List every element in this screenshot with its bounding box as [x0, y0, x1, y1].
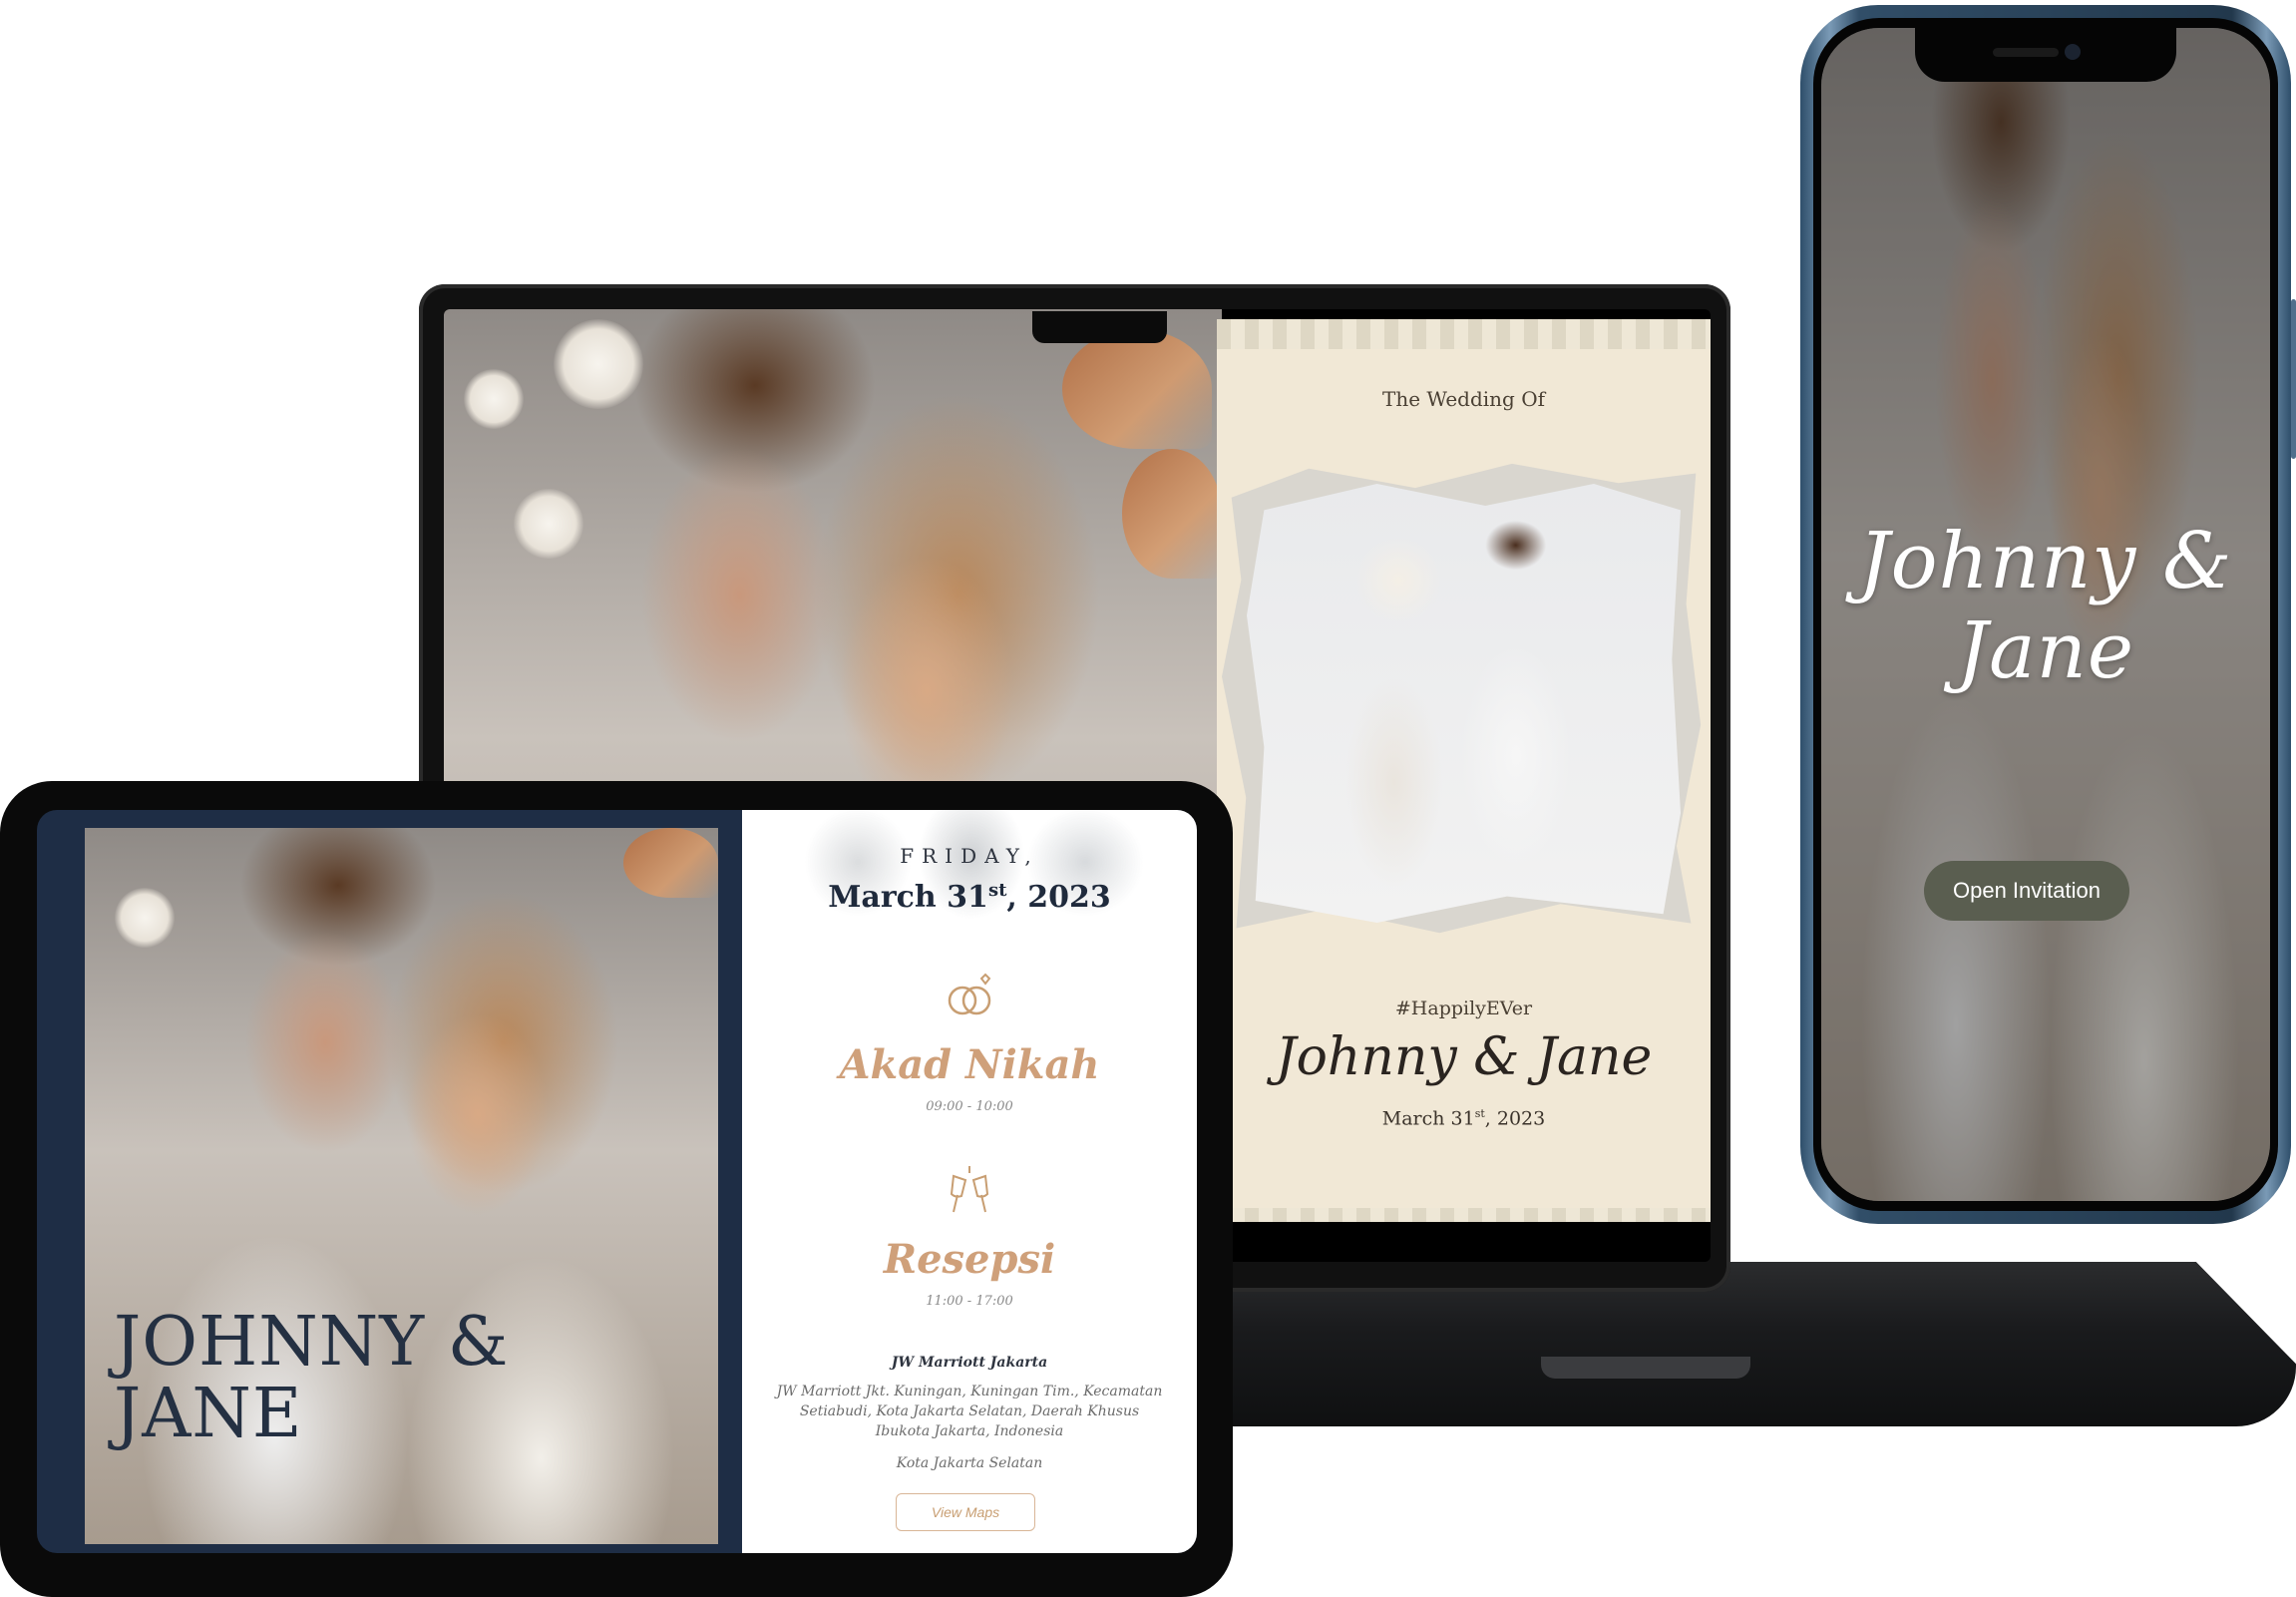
couple-names-title: JOHNNY & JANE: [114, 1307, 509, 1450]
flower-decoration: [464, 369, 524, 429]
names-line-1: JOHNNY &: [114, 1303, 510, 1382]
akad-nikah-time: 09:00 - 10:00: [926, 1099, 1013, 1114]
venue-city: Kota Jakarta Selatan: [896, 1455, 1043, 1471]
wedding-of-heading: The Wedding Of: [1381, 387, 1546, 411]
champagne-toast-icon: [742, 1164, 1197, 1227]
front-camera-icon: [2065, 44, 2081, 60]
couple-names-script: Johnny & Jane: [1858, 517, 2233, 696]
date-ordinal: st: [987, 880, 1007, 901]
ornament-band-top: [1217, 319, 1711, 349]
view-maps-button[interactable]: View Maps: [896, 1493, 1035, 1531]
date-year: , 2023: [1484, 1107, 1546, 1130]
names-line-2: JANE: [114, 1375, 303, 1453]
flower-decoration: [514, 489, 583, 559]
akad-nikah-title: Akad Nikah: [839, 1041, 1100, 1088]
dried-palm-decoration: [1122, 449, 1222, 579]
wedding-date: March 31st, 2023: [1217, 1107, 1711, 1129]
date-year: , 2023: [1006, 880, 1111, 915]
event-day: FRIDAY,: [900, 844, 1039, 868]
flower-decoration: [554, 319, 643, 409]
date-main: March 31: [1381, 1107, 1475, 1130]
resepsi-title: Resepsi: [883, 1236, 1056, 1283]
resepsi-time: 11:00 - 17:00: [926, 1294, 1013, 1309]
event-date: March 31st, 2023: [742, 880, 1197, 915]
date-ordinal: st: [1474, 1107, 1485, 1120]
event-details-panel: FRIDAY, March 31st, 2023 Akad Nikah 09:0…: [742, 810, 1197, 1553]
couple-bouquet-photo: [1247, 484, 1681, 923]
open-invitation-button[interactable]: Open Invitation: [1924, 861, 2129, 921]
venue-name: JW Marriott Jakarta: [891, 1355, 1048, 1371]
couple-names-script: Johnny & Jane: [1275, 1027, 1653, 1087]
phone-screen: Johnny & Jane Open Invitation: [1821, 28, 2270, 1201]
venue-address: JW Marriott Jkt. Kuningan, Kuningan Tim.…: [776, 1384, 1163, 1439]
dried-palm-decoration: [1062, 329, 1212, 449]
laptop-hinge: [1541, 1357, 1750, 1379]
phone-side-button: [2291, 299, 2296, 459]
invitation-cover-panel: The Wedding Of #HappilyEVer Johnny & Jan…: [1217, 319, 1711, 1222]
ornament-band-bottom: [1217, 1208, 1711, 1222]
speaker-grille: [1993, 48, 2059, 57]
date-main: March 31: [828, 880, 988, 915]
dried-palm-decoration: [623, 828, 718, 898]
wedding-rings-icon: [742, 973, 1197, 1027]
hashtag-text: #HappilyEVer: [1394, 998, 1533, 1019]
tree-illustration: [782, 810, 1161, 940]
flower-decoration: [115, 888, 175, 948]
laptop-camera-notch: [1032, 311, 1167, 343]
